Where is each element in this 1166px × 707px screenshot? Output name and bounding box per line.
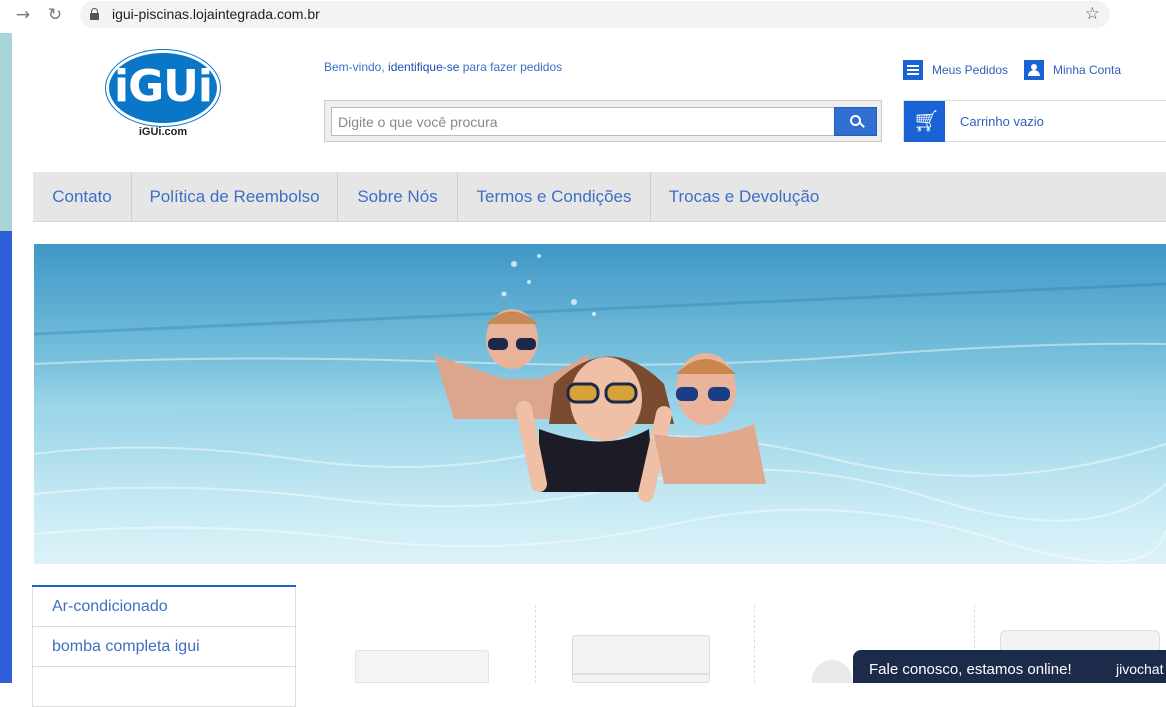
user-icon: [1024, 60, 1044, 80]
search-button[interactable]: [834, 107, 877, 136]
product-image[interactable]: [812, 660, 852, 683]
cart-icon: 🛒︎: [904, 101, 945, 142]
back-arrow-icon[interactable]: →: [12, 5, 34, 25]
welcome-message: Bem-vindo, identifique-se para fazer ped…: [324, 60, 562, 74]
category-list: Ar-condicionado bomba completa igui: [32, 585, 296, 707]
chat-message: Fale conosco, estamos online!: [869, 661, 1072, 678]
list-icon: [903, 60, 923, 80]
product-divider: [535, 605, 536, 683]
category-item[interactable]: bomba completa igui: [32, 627, 296, 667]
address-bar[interactable]: igui-piscinas.lojaintegrada.com.br ☆: [80, 1, 1110, 28]
store-logo[interactable]: iGUi iGUi.com: [106, 50, 220, 140]
logo-text: iGUi: [113, 61, 213, 112]
menu-item-contato[interactable]: Contato: [33, 172, 132, 222]
search-bar: [324, 100, 882, 142]
category-item[interactable]: [32, 667, 296, 707]
lock-icon: [90, 8, 99, 20]
hero-banner[interactable]: [34, 244, 1166, 564]
reload-icon[interactable]: ↻: [44, 5, 66, 25]
page-edge-strip: [0, 33, 12, 683]
welcome-suffix: para fazer pedidos: [459, 60, 563, 74]
menu-item-sobre[interactable]: Sobre Nós: [338, 172, 458, 222]
search-input[interactable]: [331, 107, 835, 136]
product-image[interactable]: [572, 635, 710, 683]
live-chat-widget[interactable]: Fale conosco, estamos online! jivochat: [853, 650, 1166, 683]
product-image[interactable]: [355, 650, 489, 683]
url-text: igui-piscinas.lojaintegrada.com.br: [112, 6, 320, 22]
category-item[interactable]: Ar-condicionado: [32, 587, 296, 627]
product-divider: [754, 605, 755, 683]
login-link[interactable]: identifique-se: [388, 60, 459, 74]
browser-toolbar: → ↻ igui-piscinas.lojaintegrada.com.br ☆: [0, 0, 1166, 30]
menu-item-reembolso[interactable]: Política de Reembolso: [132, 172, 338, 222]
welcome-prefix: Bem-vindo,: [324, 60, 389, 74]
main-menu: Contato Política de Reembolso Sobre Nós …: [33, 172, 1166, 222]
chat-brand: jivochat: [1116, 661, 1164, 677]
logo-subtitle: iGUi.com: [138, 126, 188, 138]
my-orders-label: Meus Pedidos: [932, 63, 1009, 77]
my-account-label: Minha Conta: [1053, 63, 1122, 77]
banner-image: [34, 254, 1166, 564]
cart-label: Carrinho vazio: [960, 114, 1044, 129]
star-icon[interactable]: ☆: [1085, 4, 1100, 24]
menu-item-termos[interactable]: Termos e Condições: [458, 172, 651, 222]
menu-item-trocas[interactable]: Trocas e Devolução: [651, 172, 837, 222]
cart-button[interactable]: 🛒︎ Carrinho vazio: [903, 100, 1166, 142]
